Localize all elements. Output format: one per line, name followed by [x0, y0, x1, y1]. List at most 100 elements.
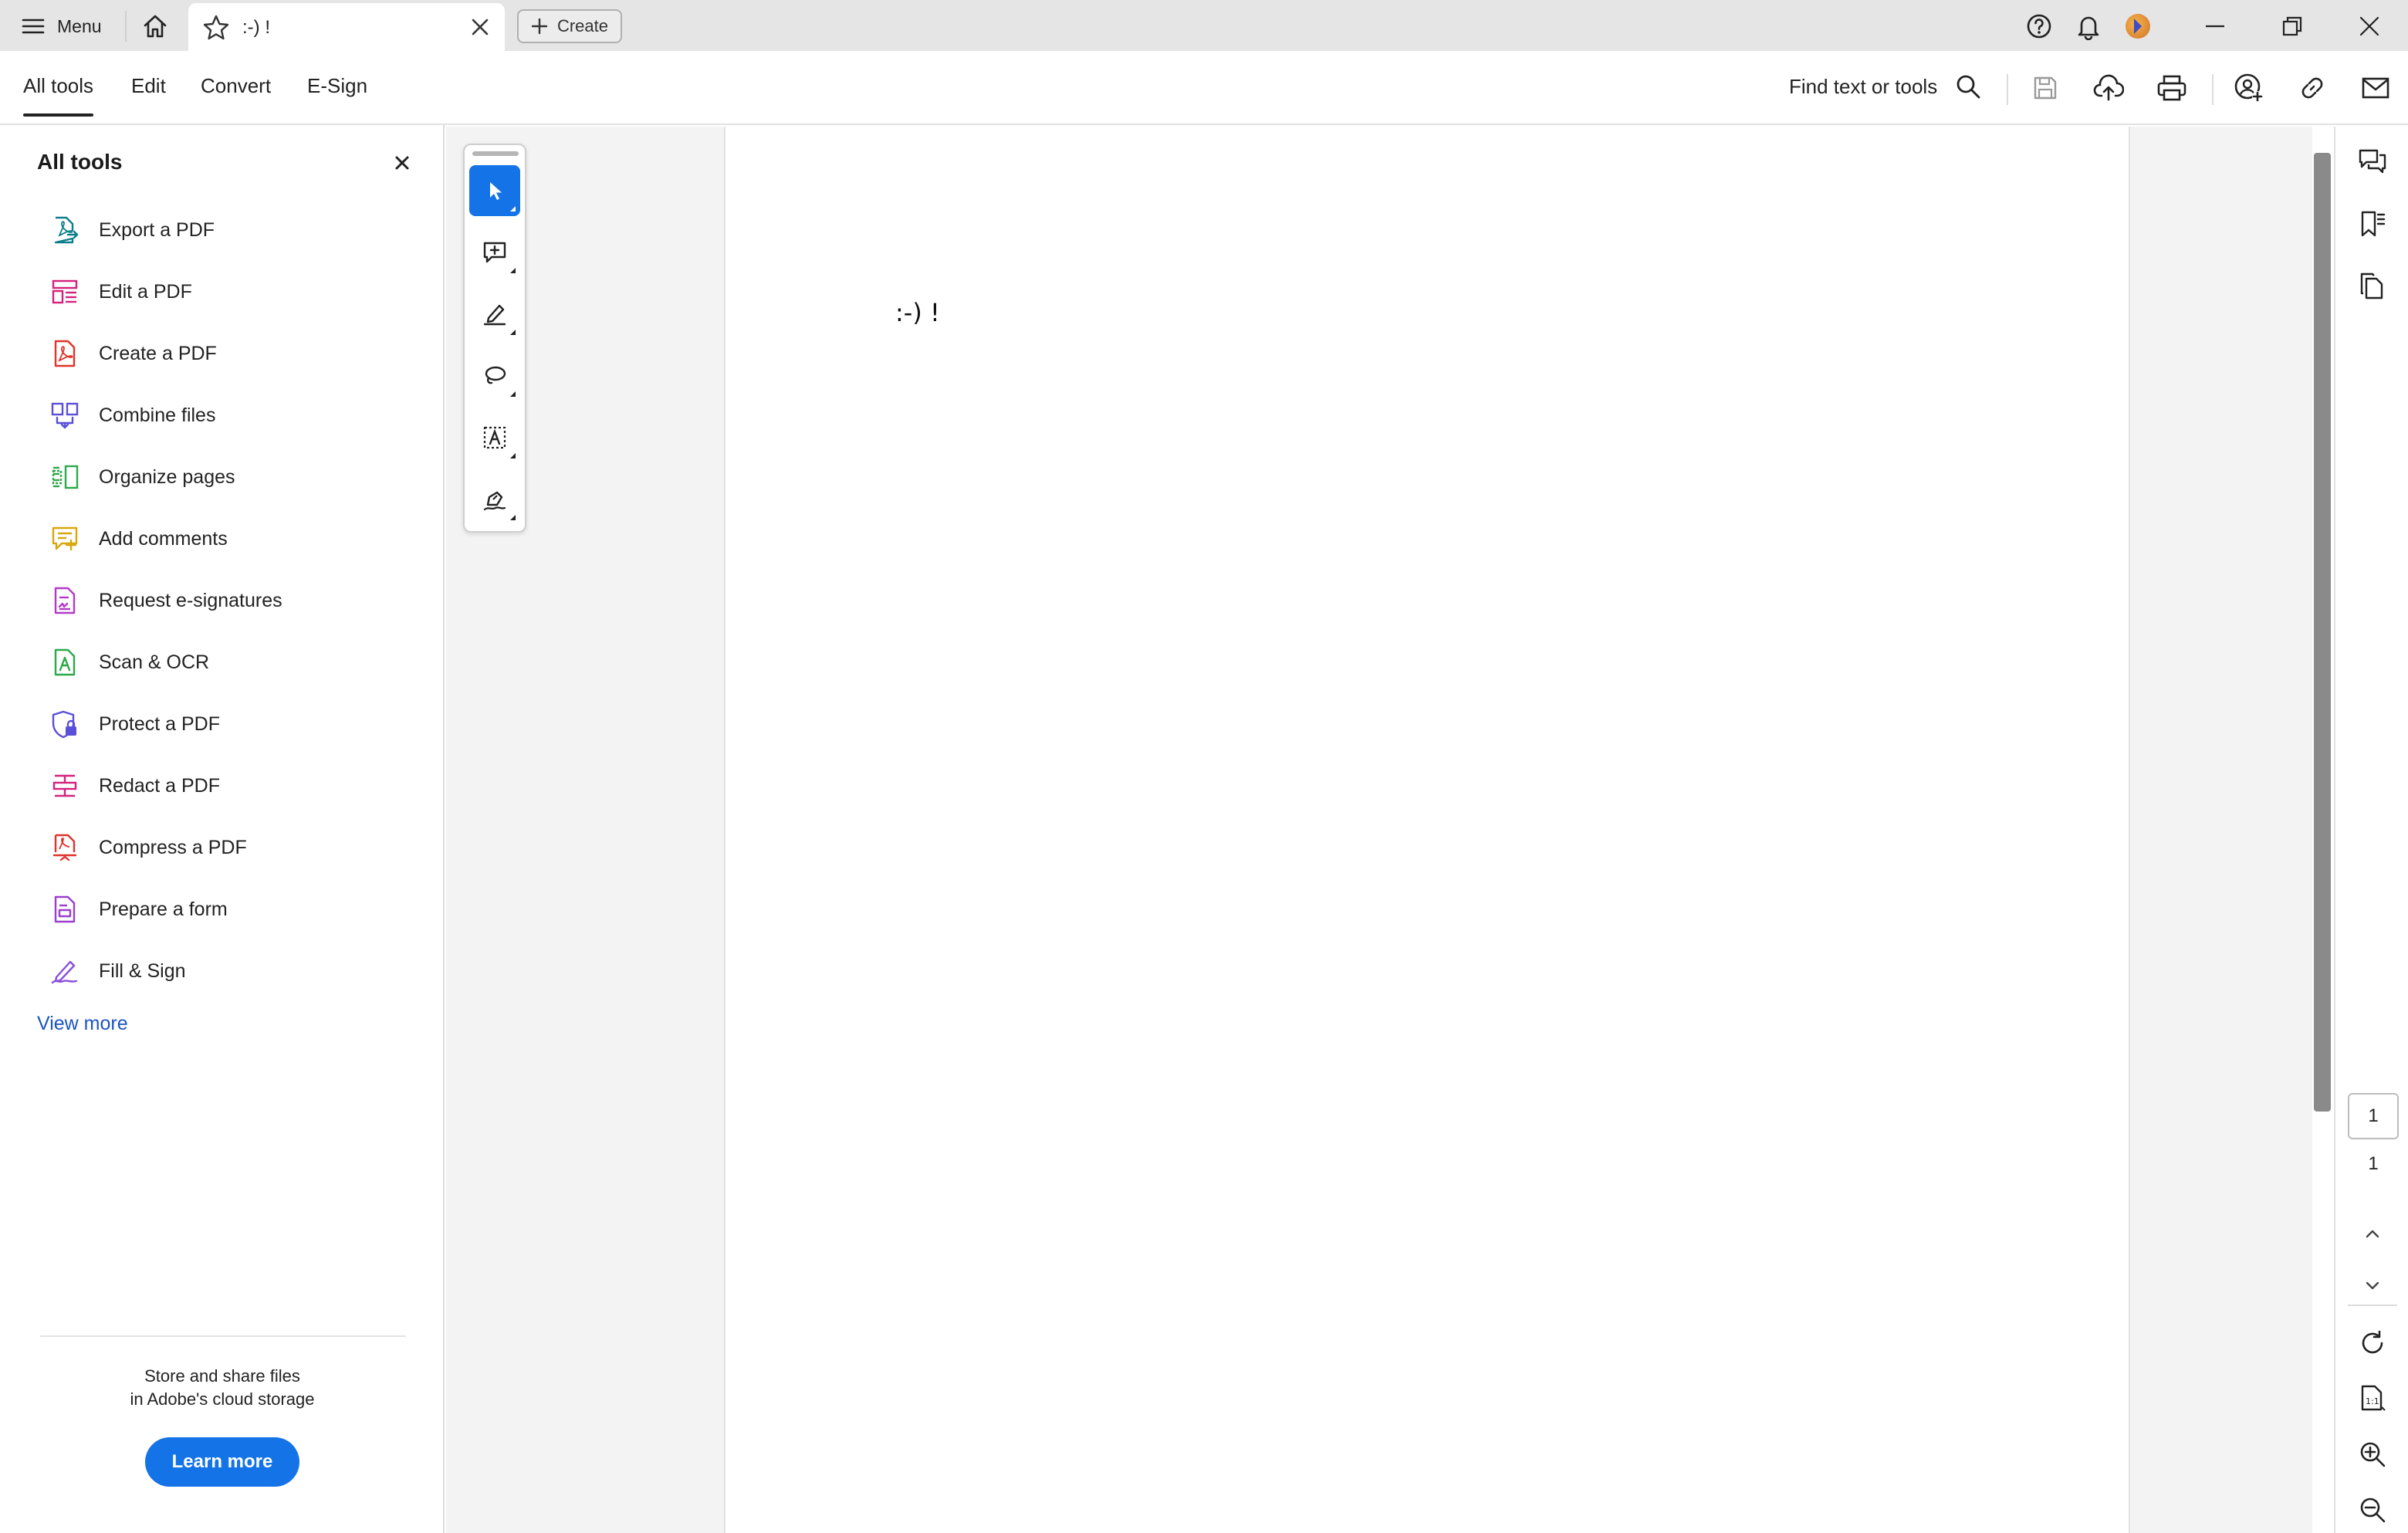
- fit-page-button[interactable]: 1:1: [2354, 1380, 2391, 1417]
- tool-label: Organize pages: [99, 465, 235, 488]
- view-more-link[interactable]: View more: [37, 1013, 128, 1035]
- previous-page-button[interactable]: [2354, 1215, 2391, 1252]
- document-page[interactable]: :-) !: [724, 127, 2130, 1533]
- text-box-icon: [482, 425, 507, 450]
- combine-files-icon: [49, 400, 80, 431]
- rotate-button[interactable]: [2354, 1325, 2391, 1362]
- menu-button[interactable]: Menu: [22, 9, 102, 43]
- sign-tool-button[interactable]: [469, 474, 520, 525]
- all-tools-panel: All tools Export a PDF Edit a PDF Create…: [0, 125, 445, 1533]
- save-button[interactable]: [2027, 69, 2064, 107]
- notifications-button[interactable]: [2071, 9, 2105, 43]
- cloud-upload-icon: [2093, 74, 2124, 102]
- close-panel-icon[interactable]: [392, 153, 412, 173]
- page-thumbnails-icon: [2359, 272, 2386, 299]
- chevron-down-icon: [2362, 1275, 2383, 1297]
- title-bar: Menu :-) ! Create: [0, 0, 2408, 51]
- tab-all-tools[interactable]: All tools: [23, 74, 94, 117]
- create-pdf-icon: [49, 338, 80, 369]
- tab-convert[interactable]: Convert: [201, 74, 271, 98]
- tool-label: Create a PDF: [99, 342, 217, 364]
- promo-line: Store and share files: [144, 1366, 300, 1386]
- export-pdf-icon: [49, 215, 80, 245]
- vertical-scrollbar[interactable]: [2314, 153, 2331, 1112]
- share-user-button[interactable]: [2230, 69, 2268, 107]
- close-icon: [2359, 15, 2380, 37]
- find-label: Find text or tools: [1789, 74, 1938, 98]
- highlighter-icon: [482, 302, 507, 327]
- add-comment-tool-button[interactable]: [469, 227, 520, 278]
- print-button[interactable]: [2153, 69, 2190, 107]
- help-button[interactable]: [2022, 9, 2056, 43]
- quick-tools-bar: [463, 144, 526, 533]
- tool-compress-pdf[interactable]: Compress a PDF: [49, 826, 420, 869]
- chevron-up-icon: [2362, 1223, 2383, 1244]
- zoom-in-icon: [2359, 1440, 2386, 1468]
- tool-organize-pages[interactable]: Organize pages: [49, 455, 420, 499]
- help-icon: [2026, 13, 2052, 39]
- home-button[interactable]: [136, 11, 174, 42]
- tool-request-esignatures[interactable]: Request e-signatures: [49, 579, 420, 622]
- save-icon: [2031, 74, 2059, 102]
- document-tab[interactable]: :-) !: [188, 3, 505, 51]
- tool-label: Edit a PDF: [99, 280, 192, 303]
- tool-label: Request e-signatures: [99, 589, 282, 611]
- tool-create-pdf[interactable]: Create a PDF: [49, 332, 420, 375]
- protect-pdf-icon: [49, 709, 80, 739]
- highlight-tool-button[interactable]: [469, 289, 520, 340]
- text-box-tool-button[interactable]: [469, 412, 520, 463]
- minimize-button[interactable]: [2198, 9, 2232, 43]
- select-tool-button[interactable]: [469, 165, 520, 216]
- total-pages: 1: [2368, 1153, 2379, 1174]
- tool-protect-pdf[interactable]: Protect a PDF: [49, 702, 420, 746]
- bookmarks-panel-button[interactable]: [2354, 205, 2391, 242]
- close-window-button[interactable]: [2352, 9, 2386, 43]
- tab-title: :-) !: [242, 17, 270, 38]
- current-page-input[interactable]: 1: [2348, 1093, 2399, 1139]
- tab-edit[interactable]: Edit: [131, 74, 166, 98]
- tool-redact-pdf[interactable]: Redact a PDF: [49, 764, 420, 807]
- avatar[interactable]: [2126, 14, 2150, 39]
- tool-label: Scan & OCR: [99, 651, 210, 673]
- hamburger-icon: [22, 18, 45, 35]
- svg-text:1:1: 1:1: [2366, 1396, 2379, 1406]
- create-button[interactable]: Create: [517, 9, 622, 43]
- home-icon: [142, 14, 168, 39]
- pages-panel-button[interactable]: [2354, 267, 2391, 304]
- tool-export-pdf[interactable]: Export a PDF: [49, 208, 420, 252]
- tool-label: Fill & Sign: [99, 959, 186, 982]
- comments-panel-button[interactable]: [2354, 144, 2391, 181]
- restore-button[interactable]: [2275, 9, 2309, 43]
- close-tab-icon[interactable]: [469, 16, 491, 38]
- tool-scan-ocr[interactable]: Scan & OCR: [49, 641, 420, 684]
- zoom-out-button[interactable]: [2354, 1491, 2391, 1528]
- zoom-in-button[interactable]: [2354, 1436, 2391, 1473]
- next-page-button[interactable]: [2354, 1267, 2391, 1305]
- star-icon[interactable]: [202, 14, 230, 42]
- tool-combine-files[interactable]: Combine files: [49, 394, 420, 437]
- learn-more-button[interactable]: Learn more: [145, 1437, 299, 1487]
- find-text-or-tools[interactable]: Find text or tools: [1789, 73, 1982, 100]
- document-viewer: :-) !: [446, 127, 2312, 1533]
- tool-prepare-form[interactable]: Prepare a form: [49, 888, 420, 931]
- bookmark-icon: [2359, 210, 2386, 238]
- fit-page-icon: 1:1: [2359, 1384, 2386, 1413]
- cursor-icon: [483, 179, 506, 202]
- copy-link-button[interactable]: [2294, 69, 2331, 107]
- create-label: Create: [556, 16, 609, 36]
- tool-fill-sign[interactable]: Fill & Sign: [49, 949, 420, 993]
- minimize-icon: [2204, 15, 2226, 37]
- tool-add-comments[interactable]: Add comments: [49, 517, 420, 560]
- divider: [40, 1335, 406, 1337]
- tab-esign[interactable]: E-Sign: [307, 74, 367, 98]
- draw-tool-button[interactable]: [469, 350, 520, 401]
- upload-cloud-button[interactable]: [2090, 69, 2127, 107]
- email-button[interactable]: [2357, 69, 2394, 107]
- zoom-out-icon: [2359, 1496, 2386, 1524]
- comment-plus-icon: [482, 240, 507, 265]
- edit-pdf-icon: [49, 276, 80, 307]
- drag-handle[interactable]: [472, 151, 519, 156]
- panel-title: All tools: [37, 150, 123, 174]
- link-icon: [2298, 74, 2326, 102]
- tool-edit-pdf[interactable]: Edit a PDF: [49, 270, 420, 313]
